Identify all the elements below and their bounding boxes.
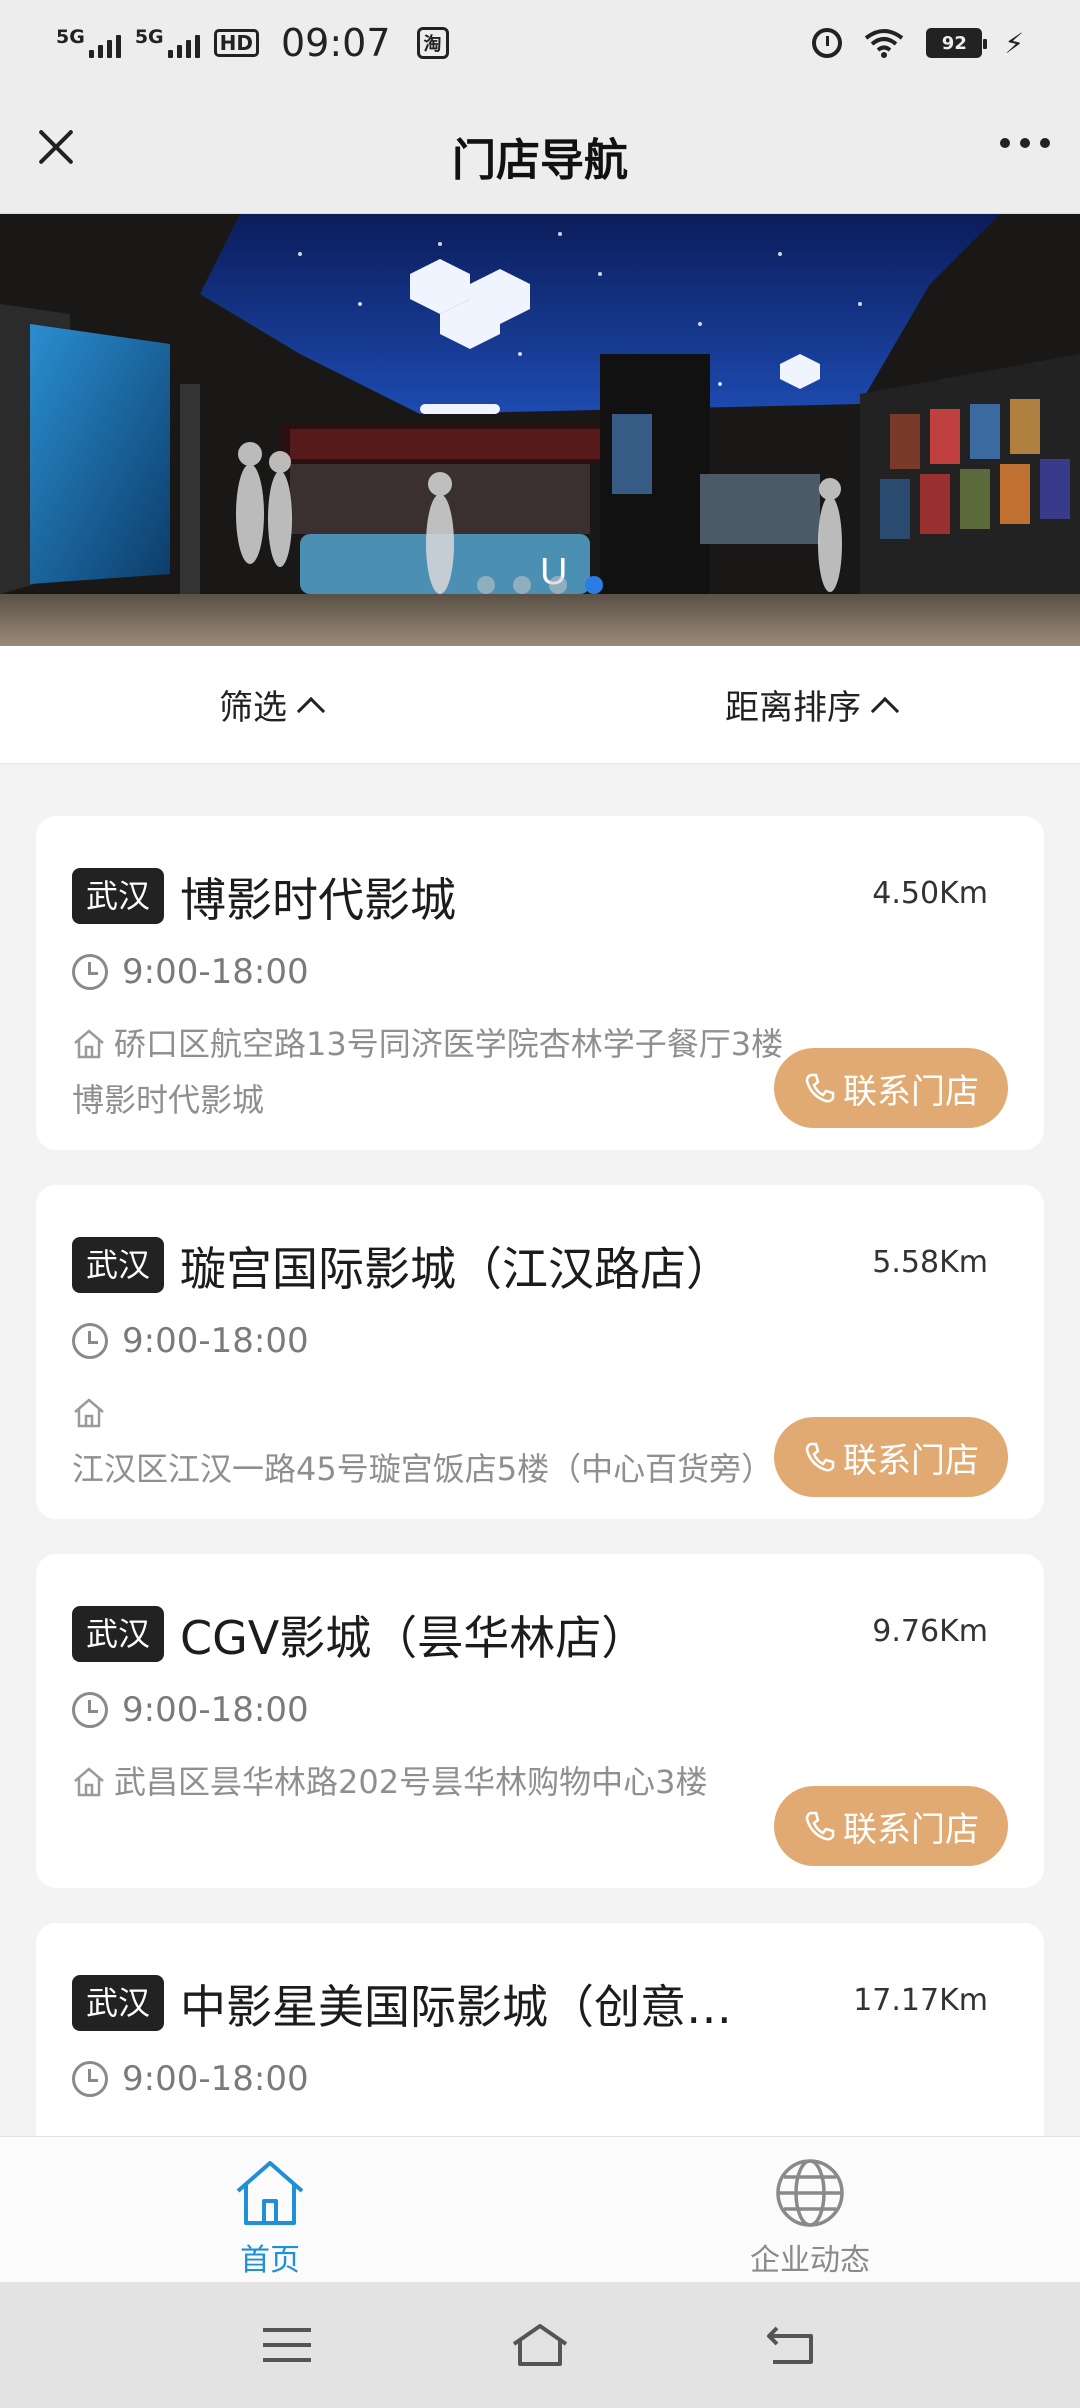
- store-address: 江汉区江汉一路45号璇宫饭店5楼（中心百货旁）: [72, 1450, 774, 1488]
- clock-icon: [72, 1323, 108, 1359]
- store-name: 璇宫国际影城（江汉路店）: [180, 1242, 732, 1296]
- contact-store-button[interactable]: 联系门店: [774, 1417, 1008, 1497]
- back-button[interactable]: [753, 2315, 833, 2375]
- store-card[interactable]: 武汉 璇宫国际影城（江汉路店） 5.58Km 9:00-18:00 江汉区江汉一…: [36, 1185, 1044, 1519]
- home-outline-icon: [512, 2324, 568, 2366]
- clock-time: 09:07: [281, 21, 391, 65]
- home-icon: [74, 1767, 104, 1797]
- city-tag: 武汉: [72, 1237, 165, 1293]
- phone-icon: [805, 1073, 835, 1103]
- clock-icon: [72, 954, 108, 990]
- carousel-dot[interactable]: [549, 576, 567, 594]
- chevron-up-icon: [296, 696, 326, 725]
- banner-carousel[interactable]: U: [0, 214, 1080, 646]
- phone-icon: [805, 1442, 835, 1472]
- address-row: 硚口区航空路13号同济医学院杏林学子餐厅3楼博影时代影城: [72, 1016, 812, 1128]
- filter-dropdown[interactable]: 筛选: [0, 646, 540, 763]
- filter-bar: 筛选 距离排序: [0, 646, 1080, 764]
- store-hours: 9:00-18:00: [122, 2059, 309, 2099]
- tab-home-label: 首页: [240, 2243, 300, 2278]
- home-icon: [74, 1029, 104, 1059]
- hd-voice-icon: HD: [213, 29, 259, 57]
- contact-store-label: 联系门店: [843, 1440, 979, 1481]
- store-distance: 17.17Km: [853, 1983, 988, 2018]
- clock-icon: [72, 1692, 108, 1728]
- system-nav-bar: [0, 2282, 1080, 2408]
- network-type-label-2: 5G: [134, 26, 164, 48]
- hours-row: 9:00-18:00: [72, 1321, 309, 1361]
- carousel-dot[interactable]: [513, 576, 531, 594]
- clock-icon: [72, 2061, 108, 2097]
- carousel-dot[interactable]: [477, 576, 495, 594]
- sort-label: 距离排序: [725, 688, 861, 728]
- chevron-up-icon: [870, 696, 900, 725]
- store-card[interactable]: 武汉 CGV影城（昙华林店） 9.76Km 9:00-18:00 武昌区昙华林路…: [36, 1554, 1044, 1888]
- home-icon: [74, 1398, 104, 1428]
- city-tag: 武汉: [72, 1975, 165, 2031]
- status-bar: 5G 5G HD 09:07 淘 92 ⚡: [0, 0, 1080, 86]
- home-icon: [236, 2161, 304, 2225]
- sort-dropdown[interactable]: 距离排序: [540, 646, 1080, 763]
- hours-row: 9:00-18:00: [72, 2059, 309, 2099]
- store-hours: 9:00-18:00: [122, 1321, 309, 1361]
- signal-icon-2: 5G: [135, 28, 200, 58]
- store-address: 武昌区昙华林路202号昙华林购物中心3楼: [114, 1763, 708, 1801]
- store-name: CGV影城（昙华林店）: [180, 1611, 648, 1665]
- alarm-icon: [812, 28, 843, 58]
- filter-label: 筛选: [219, 688, 287, 728]
- city-tag: 武汉: [72, 868, 165, 924]
- carousel-dot-active[interactable]: [585, 576, 603, 594]
- home-button[interactable]: [500, 2315, 580, 2375]
- hours-row: 9:00-18:00: [72, 1690, 309, 1730]
- store-name: 中影星美国际影城（创意…: [180, 1980, 732, 2034]
- store-distance: 5.58Km: [872, 1245, 988, 1280]
- charging-icon: ⚡: [1004, 26, 1024, 60]
- bottom-tab-bar: 首页 企业动态: [0, 2136, 1080, 2282]
- contact-store-button[interactable]: 联系门店: [774, 1786, 1008, 1866]
- status-left: 5G 5G HD 09:07 淘: [56, 21, 449, 65]
- address-row: 武昌区昙华林路202号昙华林购物中心3楼: [72, 1754, 812, 1810]
- battery-icon: 92: [926, 28, 988, 58]
- back-arrow-icon: [767, 2326, 814, 2364]
- menu-icon: [262, 2328, 311, 2362]
- nav-bar: 门店导航: [0, 86, 1080, 214]
- signal-icon: 5G: [56, 28, 121, 58]
- contact-store-label: 联系门店: [843, 1809, 979, 1850]
- city-tag: 武汉: [72, 1606, 165, 1662]
- page-title: 门店导航: [452, 135, 628, 186]
- store-hours: 9:00-18:00: [122, 1690, 309, 1730]
- address-row: 江汉区江汉一路45号璇宫饭店5楼（中心百货旁）: [72, 1385, 812, 1497]
- network-type-label: 5G: [56, 26, 85, 48]
- store-hours: 9:00-18:00: [122, 952, 309, 992]
- store-list: 武汉 博影时代影城 4.50Km 9:00-18:00 硚口区航空路13号同济医…: [36, 816, 1044, 2292]
- store-distance: 4.50Km: [872, 876, 988, 911]
- tab-news-label: 企业动态: [750, 2243, 870, 2278]
- carousel-indicators: [0, 576, 1080, 594]
- wifi-icon: [865, 29, 904, 58]
- more-options-icon[interactable]: [1000, 138, 1050, 148]
- contact-store-label: 联系门店: [843, 1071, 979, 1112]
- store-distance: 9.76Km: [872, 1614, 988, 1649]
- contact-store-button[interactable]: 联系门店: [774, 1048, 1008, 1128]
- recent-apps-button[interactable]: [247, 2315, 327, 2375]
- taobao-notification-icon: 淘: [416, 27, 449, 59]
- tab-home[interactable]: 首页: [0, 2137, 540, 2282]
- status-right: 92 ⚡: [812, 27, 1024, 60]
- tab-news[interactable]: 企业动态: [540, 2137, 1080, 2282]
- store-card[interactable]: 武汉 博影时代影城 4.50Km 9:00-18:00 硚口区航空路13号同济医…: [36, 816, 1044, 1150]
- hours-row: 9:00-18:00: [72, 952, 309, 992]
- phone-icon: [805, 1811, 835, 1841]
- store-name: 博影时代影城: [180, 873, 456, 927]
- store-address: 硚口区航空路13号同济医学院杏林学子餐厅3楼博影时代影城: [72, 1025, 784, 1119]
- globe-icon: [776, 2159, 844, 2227]
